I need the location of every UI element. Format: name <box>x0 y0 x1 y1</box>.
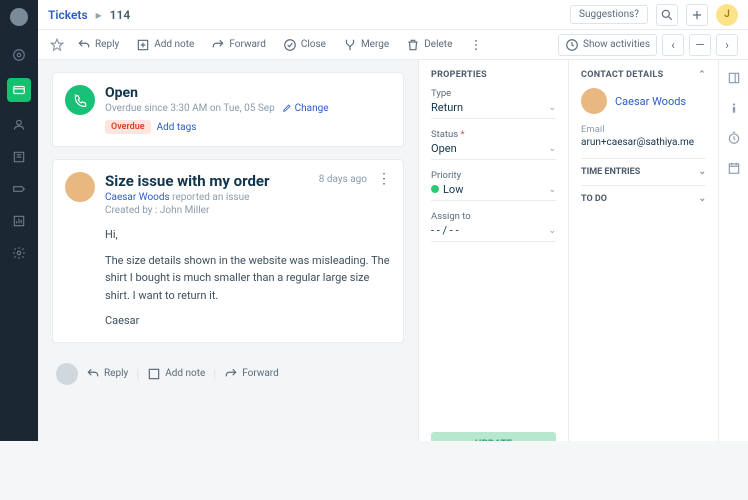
forward-button[interactable]: Forward <box>205 35 272 55</box>
contact-panel: CONTACT DETAILS⌃ Caesar Woods Email arun… <box>568 60 718 441</box>
collapse-contact-icon[interactable]: ⌃ <box>698 70 706 80</box>
more-actions-icon[interactable] <box>463 35 489 55</box>
change-link[interactable]: Change <box>282 103 328 114</box>
todo-section[interactable]: TO DO⌄ <box>581 185 706 212</box>
user-avatar[interactable]: J <box>716 4 738 26</box>
rail-time-icon[interactable] <box>726 130 742 146</box>
nav-reports-icon[interactable] <box>10 212 28 230</box>
ticket-menu-icon[interactable]: ⋮ <box>377 172 391 186</box>
status-title: Open <box>105 85 391 101</box>
email-label: Email <box>581 124 706 135</box>
msg-body: The size details shown in the website wa… <box>105 252 391 305</box>
status-phone-icon <box>65 85 95 115</box>
add-note-button[interactable]: Add note <box>130 35 200 55</box>
main-area: Tickets ▸ 114 Suggestions? J Reply Add n… <box>38 0 748 441</box>
top-bar: Tickets ▸ 114 Suggestions? J <box>38 0 748 30</box>
expand-icon[interactable]: — <box>689 34 711 56</box>
reported-text: reported an issue <box>172 192 249 203</box>
properties-title: PROPERTIES <box>431 70 556 80</box>
priority-label: Priority <box>431 170 556 181</box>
add-note-action[interactable]: Add note <box>147 367 205 381</box>
contact-name-link[interactable]: Caesar Woods <box>615 95 686 108</box>
reply-row: Reply | Add note | Forward <box>52 355 404 393</box>
rail-calendar-icon[interactable] <box>726 160 742 176</box>
delete-button[interactable]: Delete <box>400 35 458 55</box>
contact-avatar <box>581 88 607 114</box>
right-rail <box>718 60 748 441</box>
contact-title: CONTACT DETAILS⌃ <box>581 70 706 80</box>
type-label: Type <box>431 88 556 99</box>
star-icon[interactable] <box>48 36 66 54</box>
msg-signoff: Caesar <box>105 312 391 330</box>
priority-select[interactable]: Low⌄ <box>431 183 556 201</box>
breadcrumb-id: 114 <box>110 8 131 22</box>
suggestions-button[interactable]: Suggestions? <box>570 5 648 24</box>
side-nav <box>0 0 38 441</box>
status-card: Open Overdue since 3:30 AM on Tue, 05 Se… <box>52 72 404 147</box>
show-activities-button[interactable]: Show activities <box>558 34 657 56</box>
rail-expand-icon[interactable] <box>726 70 742 86</box>
nav-tickets-icon[interactable] <box>7 78 31 102</box>
ticket-card: Size issue with my order Caesar Woods re… <box>52 159 404 343</box>
next-ticket-icon[interactable]: › <box>716 34 738 56</box>
prev-ticket-icon[interactable]: ‹ <box>662 34 684 56</box>
nav-solutions-icon[interactable] <box>10 148 28 166</box>
nav-forums-icon[interactable] <box>10 180 28 198</box>
ticket-subject: Size issue with my order <box>105 172 269 190</box>
overdue-tag: Overdue <box>105 120 151 134</box>
nav-contacts-icon[interactable] <box>10 116 28 134</box>
email-value: arun+caesar@sathiya.me <box>581 137 706 148</box>
status-subtitle: Overdue since 3:30 AM on Tue, 05 Sep Cha… <box>105 103 391 114</box>
requester-avatar <box>65 172 95 202</box>
status-select[interactable]: Open⌄ <box>431 142 556 160</box>
update-button[interactable]: UPDATE <box>431 432 556 441</box>
agent-avatar <box>56 363 78 385</box>
time-entries-section[interactable]: TIME ENTRIES⌄ <box>581 158 706 185</box>
requester-link[interactable]: Caesar Woods <box>105 192 170 203</box>
properties-panel: PROPERTIES Type Return⌄ Status * Open⌄ P… <box>418 60 568 441</box>
created-by: Created by : John Miller <box>105 205 269 216</box>
assign-select[interactable]: - - / - -⌄ <box>431 224 556 242</box>
merge-button[interactable]: Merge <box>337 35 395 55</box>
thread-panel: Open Overdue since 3:30 AM on Tue, 05 Se… <box>38 60 418 441</box>
reply-button[interactable]: Reply <box>71 35 125 55</box>
action-bar: Reply Add note Forward Close Merge Delet… <box>38 30 748 60</box>
forward-action[interactable]: Forward <box>224 367 279 381</box>
add-tags-link[interactable]: Add tags <box>157 122 197 133</box>
assign-label: Assign to <box>431 211 556 222</box>
type-select[interactable]: Return⌄ <box>431 101 556 119</box>
new-ticket-icon[interactable] <box>686 4 708 26</box>
msg-greeting: Hi, <box>105 226 391 244</box>
status-label: Status * <box>431 129 556 140</box>
brand-logo[interactable] <box>10 8 28 26</box>
rail-info-icon[interactable] <box>726 100 742 116</box>
nav-dashboard-icon[interactable] <box>10 46 28 64</box>
reply-action[interactable]: Reply <box>86 367 128 381</box>
ticket-age: 8 days ago <box>319 174 367 185</box>
breadcrumb-sep: ▸ <box>96 8 102 22</box>
search-icon[interactable] <box>656 4 678 26</box>
priority-dot-icon <box>431 185 439 193</box>
breadcrumb-root[interactable]: Tickets <box>48 8 88 22</box>
close-button[interactable]: Close <box>277 35 332 55</box>
nav-settings-icon[interactable] <box>10 244 28 262</box>
